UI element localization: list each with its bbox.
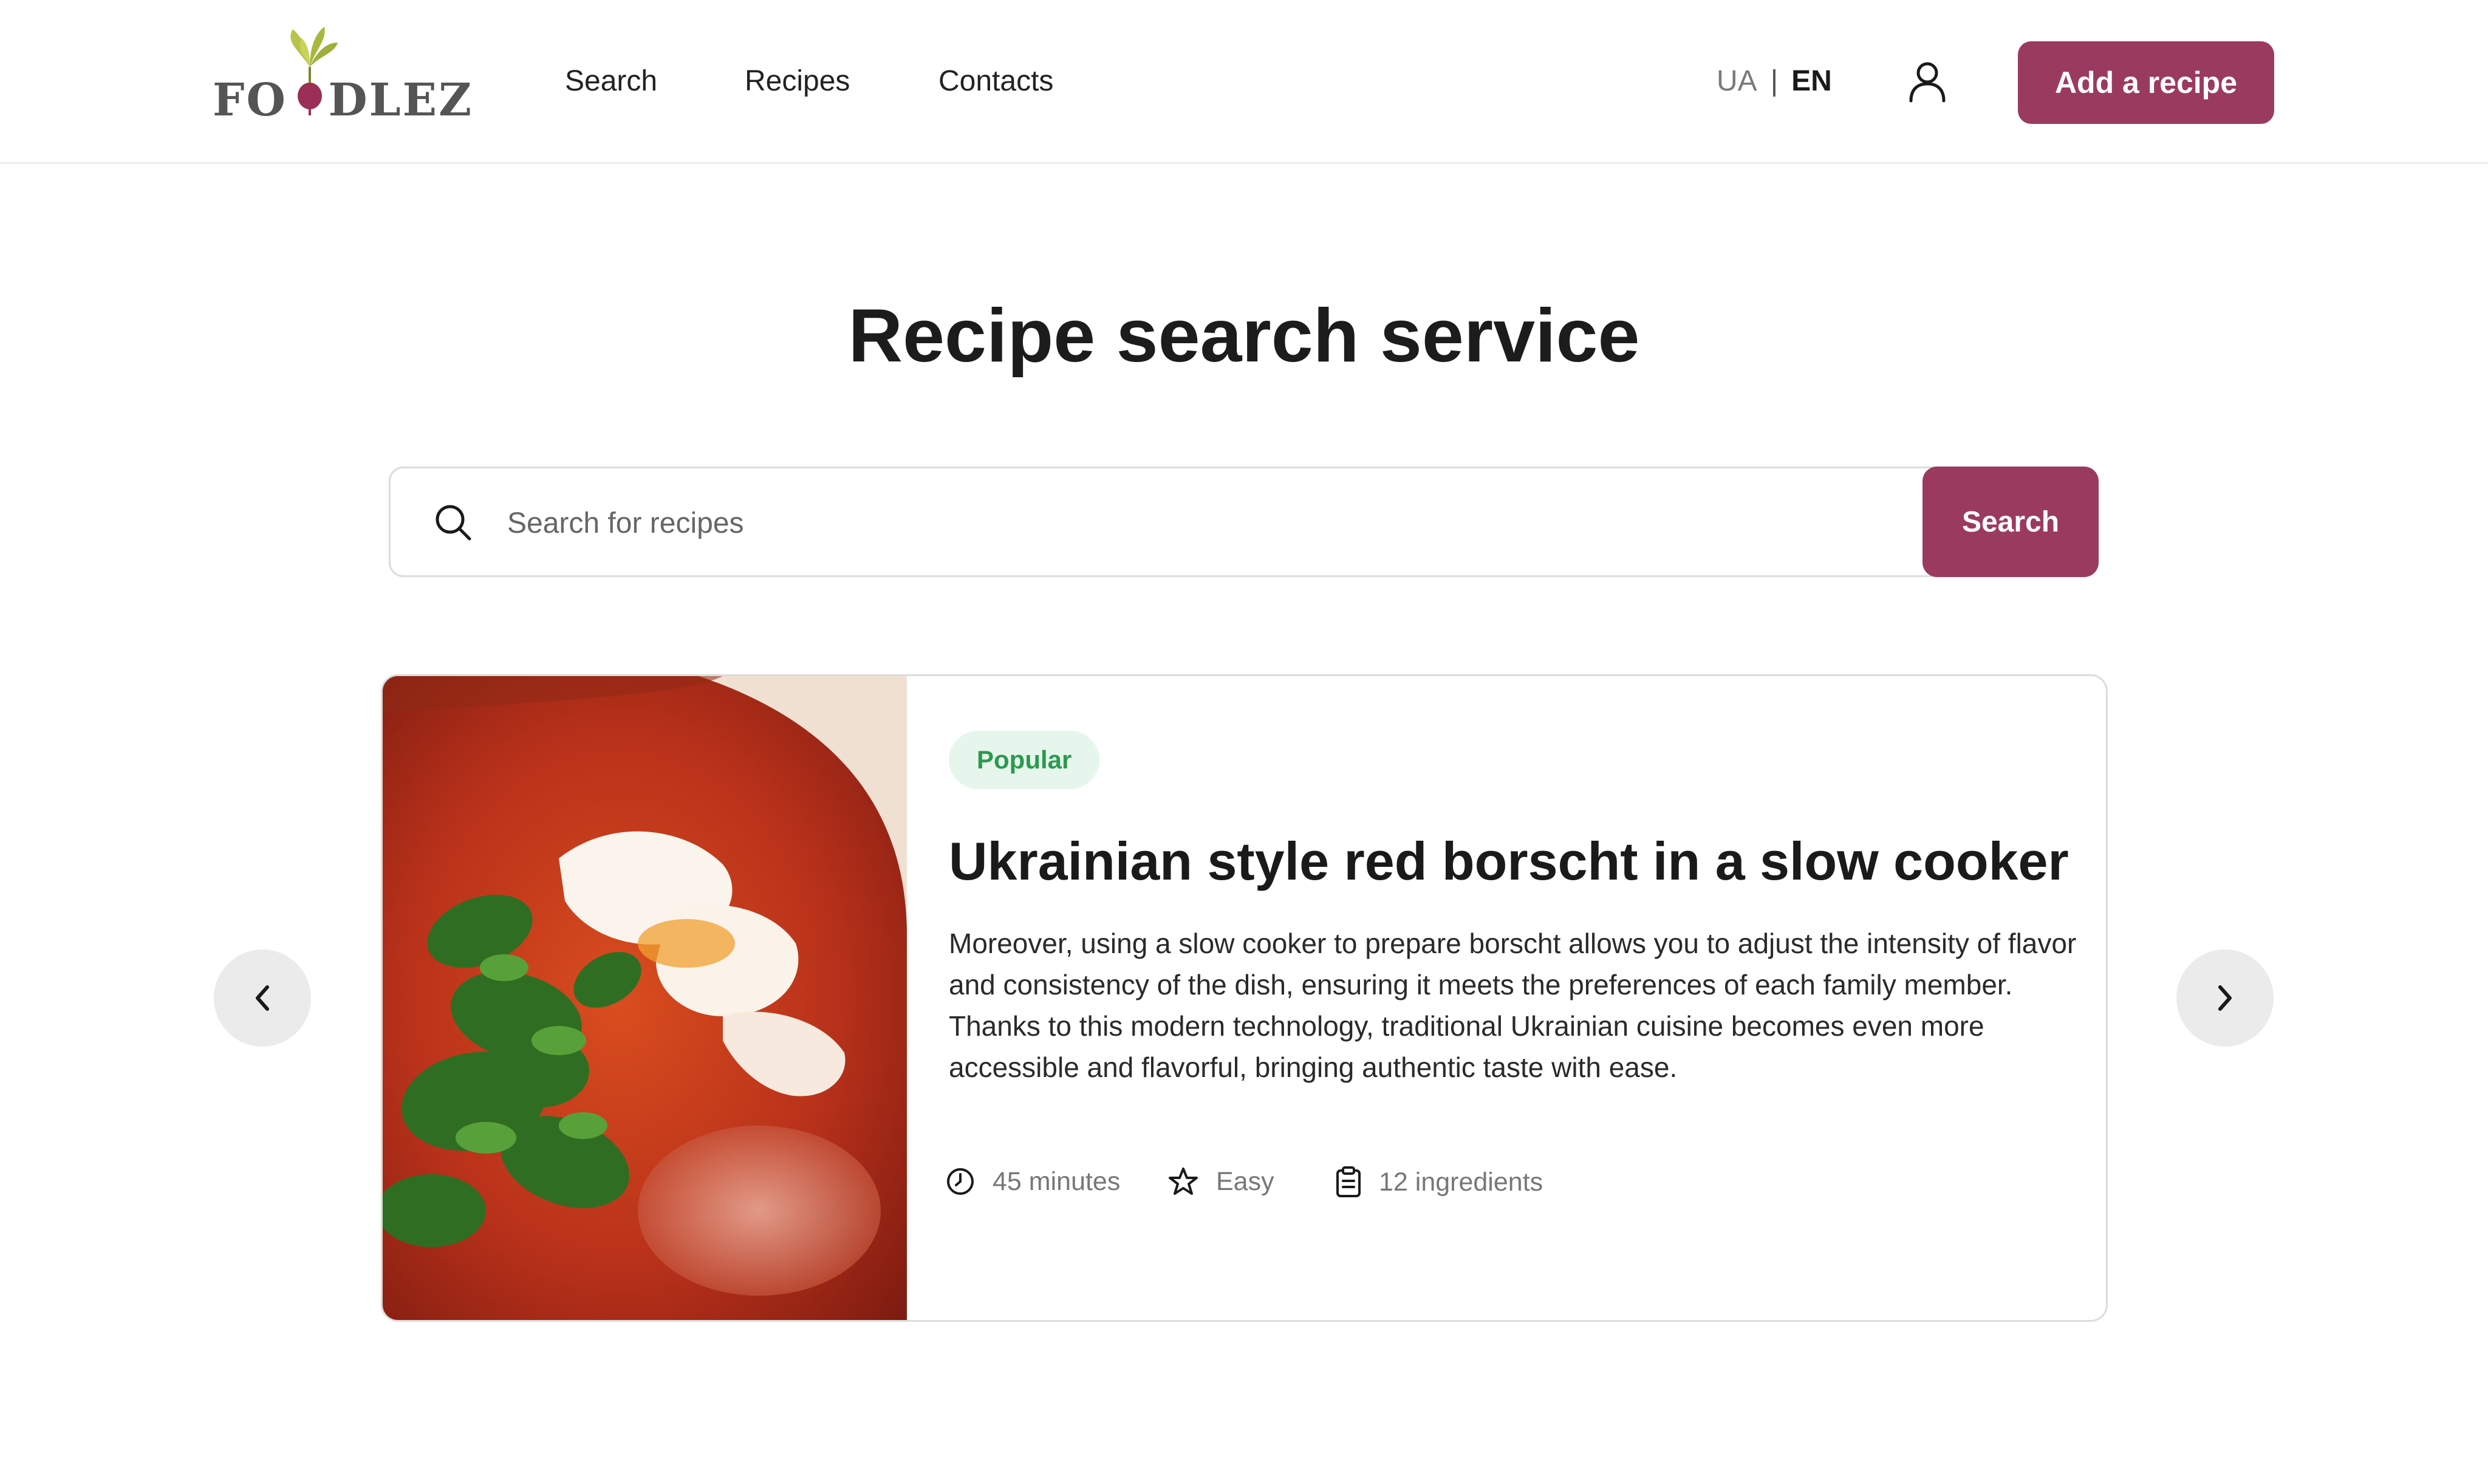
star-icon xyxy=(1169,1168,1198,1195)
recipe-difficulty: Easy xyxy=(1167,1166,1274,1197)
recipe-card-body: Popular Ukrainian style red borscht in a… xyxy=(949,731,2079,1088)
popular-badge: Popular xyxy=(949,731,1100,789)
clock-icon xyxy=(947,1168,974,1195)
carousel-next-button[interactable] xyxy=(2176,949,2274,1047)
nav-contacts[interactable]: Contacts xyxy=(938,64,1053,98)
recipe-description: Moreover, using a slow cooker to prepare… xyxy=(949,928,2077,1083)
search-bar: Search xyxy=(389,467,2099,577)
search-input[interactable] xyxy=(506,487,1903,559)
lang-ua[interactable]: UA xyxy=(1717,65,1757,97)
logo-text: FOODLEZ xyxy=(213,74,474,126)
nav-recipes[interactable]: Recipes xyxy=(745,64,850,98)
lang-separator: | xyxy=(1770,65,1779,97)
recipe-ingredients: 12 ingredients xyxy=(1335,1166,1543,1198)
recipe-image xyxy=(383,676,907,1320)
recipe-time-label: 45 minutes xyxy=(993,1166,1121,1196)
recipe-difficulty-label: Easy xyxy=(1216,1166,1274,1196)
recipe-ingredients-label: 12 ingredients xyxy=(1379,1167,1543,1197)
user-icon[interactable] xyxy=(1907,61,1947,103)
lang-en[interactable]: EN xyxy=(1791,65,1832,97)
page-title: Recipe search service xyxy=(848,294,1640,378)
site-header: FOODLEZ Search Recipes Contacts UA | EN Ad… xyxy=(0,0,2488,164)
recipe-title[interactable]: Ukrainian style red borscht in a slow co… xyxy=(949,827,2079,896)
language-switcher: UA | EN xyxy=(1717,64,1832,98)
search-icon xyxy=(436,505,471,541)
carousel-prev-button[interactable] xyxy=(214,949,311,1047)
nav-search[interactable]: Search xyxy=(565,64,657,98)
search-button[interactable]: Search xyxy=(1922,467,2099,577)
logo[interactable]: FOODLEZ xyxy=(213,24,471,126)
chevron-left-icon xyxy=(256,985,269,1011)
recipe-time: 45 minutes xyxy=(945,1166,1120,1197)
add-recipe-button[interactable]: Add a recipe xyxy=(2018,41,2274,124)
clipboard-icon xyxy=(1336,1166,1361,1197)
chevron-right-icon xyxy=(2218,985,2232,1011)
recipe-card[interactable]: Popular Ukrainian style red borscht in a… xyxy=(381,674,2108,1322)
